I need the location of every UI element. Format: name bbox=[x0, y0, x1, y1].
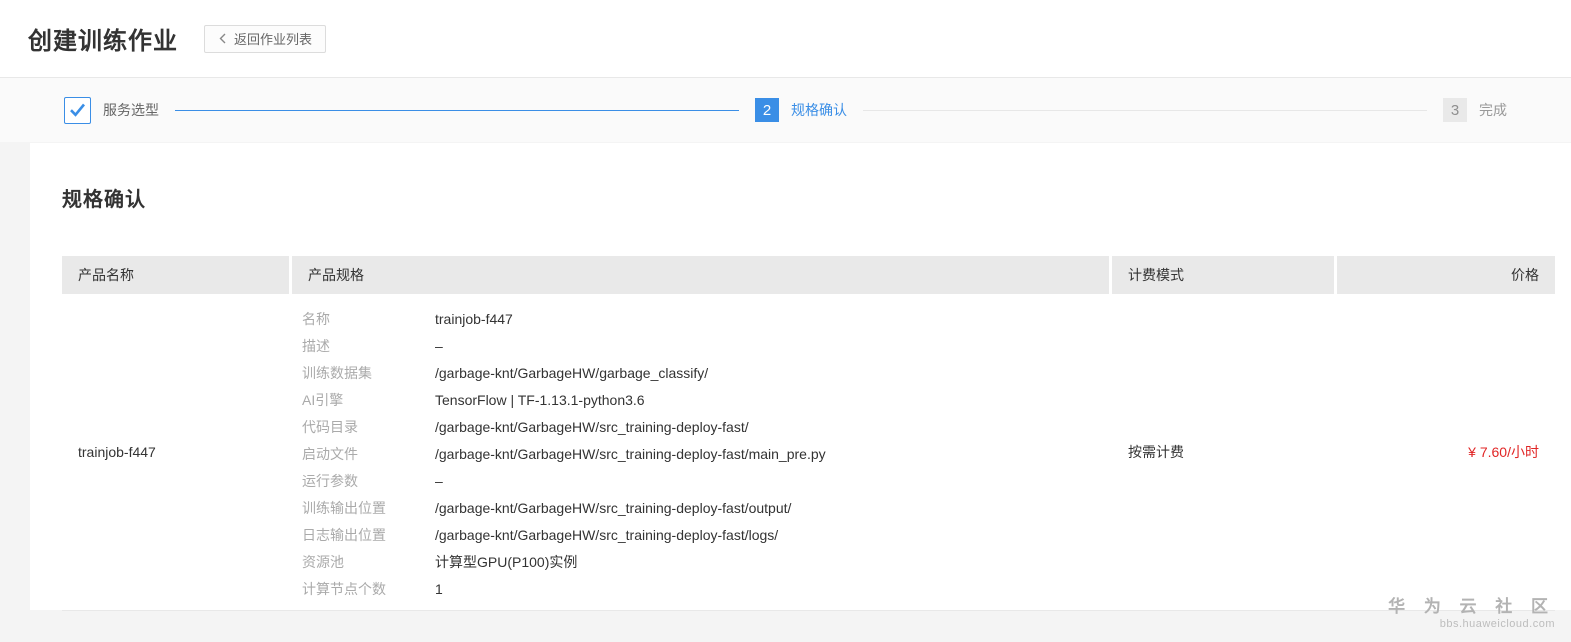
spec-label: 计算节点个数 bbox=[302, 581, 386, 597]
chevron-left-icon bbox=[218, 33, 227, 44]
spec-row: 代码目录 /garbage-knt/GarbageHW/src_training… bbox=[302, 414, 1109, 441]
step-spec-confirm: 2 规格确认 bbox=[755, 98, 847, 122]
spec-row: 启动文件 /garbage-knt/GarbageHW/src_training… bbox=[302, 441, 1109, 468]
title-bar: 创建训练作业 返回作业列表 bbox=[0, 0, 1571, 78]
step-number-badge: 2 bbox=[755, 98, 779, 122]
spec-value: /garbage-knt/GarbageHW/garbage_classify/ bbox=[435, 365, 709, 381]
table-row: trainjob-f447 名称 trainjob-f447 描述 – 训练数据… bbox=[62, 294, 1555, 611]
back-button-label: 返回作业列表 bbox=[234, 32, 313, 47]
spec-value: /garbage-knt/GarbageHW/src_training-depl… bbox=[435, 446, 826, 462]
spec-row: 训练数据集 /garbage-knt/GarbageHW/garbage_cla… bbox=[302, 360, 1109, 387]
price-cell: ¥ 7.60/小时 bbox=[1337, 294, 1555, 610]
spec-label: 代码目录 bbox=[302, 419, 358, 435]
spec-value: 1 bbox=[435, 581, 443, 597]
billing-mode-cell: 按需计费 bbox=[1128, 444, 1184, 460]
price-value: ¥ 7.60/小时 bbox=[1468, 444, 1539, 460]
page-title: 创建训练作业 bbox=[28, 28, 178, 55]
spec-row: 名称 trainjob-f447 bbox=[302, 306, 1109, 333]
step-label: 完成 bbox=[1479, 102, 1507, 118]
spec-label: 训练输出位置 bbox=[302, 500, 386, 516]
spec-value: /garbage-knt/GarbageHW/src_training-depl… bbox=[435, 500, 792, 516]
back-to-job-list-button[interactable]: 返回作业列表 bbox=[204, 24, 327, 53]
header-product-spec: 产品规格 bbox=[292, 256, 1109, 294]
header-product-name: 产品名称 bbox=[62, 256, 289, 294]
spec-row: 描述 – bbox=[302, 333, 1109, 360]
header-billing-mode: 计费模式 bbox=[1112, 256, 1334, 294]
spec-confirm-card: 规格确认 产品名称 产品规格 计费模式 价格 trainjob-f447 名称 … bbox=[30, 143, 1571, 611]
product-name-cell: trainjob-f447 bbox=[78, 444, 156, 460]
spec-value: – bbox=[435, 473, 443, 489]
spec-row: 资源池 计算型GPU(P100)实例 bbox=[302, 549, 1109, 576]
check-icon bbox=[64, 96, 91, 124]
spec-label: 运行参数 bbox=[302, 473, 358, 489]
watermark-url: bbs.huaweicloud.com bbox=[1439, 618, 1555, 630]
spec-value: /garbage-knt/GarbageHW/src_training-depl… bbox=[435, 419, 749, 435]
spec-table: 产品名称 产品规格 计费模式 价格 trainjob-f447 名称 train… bbox=[62, 256, 1555, 611]
spec-row: 日志输出位置 /garbage-knt/GarbageHW/src_traini… bbox=[302, 522, 1109, 549]
product-spec-cell: 名称 trainjob-f447 描述 – 训练数据集 /garbage-knt… bbox=[292, 294, 1109, 610]
spec-label: 名称 bbox=[302, 311, 330, 327]
step-number-badge: 3 bbox=[1443, 98, 1467, 122]
spec-row: 计算节点个数 1 bbox=[302, 576, 1109, 603]
step-label: 服务选型 bbox=[103, 102, 159, 118]
spec-label: 资源池 bbox=[302, 554, 344, 570]
spec-row: 训练输出位置 /garbage-knt/GarbageHW/src_traini… bbox=[302, 495, 1109, 522]
table-header-row: 产品名称 产品规格 计费模式 价格 bbox=[62, 256, 1555, 294]
spec-value: TensorFlow | TF-1.13.1-python3.6 bbox=[435, 392, 645, 408]
header-price: 价格 bbox=[1337, 256, 1555, 294]
spec-list: 名称 trainjob-f447 描述 – 训练数据集 /garbage-knt… bbox=[292, 294, 1109, 610]
spec-label: 训练数据集 bbox=[302, 365, 372, 381]
step-service-selection: 服务选型 bbox=[64, 96, 159, 124]
step-label: 规格确认 bbox=[791, 102, 847, 118]
spec-value: /garbage-knt/GarbageHW/src_training-depl… bbox=[435, 527, 779, 543]
stepper-connector-pending bbox=[863, 109, 1427, 111]
spec-label: 启动文件 bbox=[302, 446, 358, 462]
spec-value: trainjob-f447 bbox=[435, 311, 513, 327]
spec-label: 描述 bbox=[302, 338, 330, 354]
section-title: 规格确认 bbox=[62, 189, 146, 211]
spec-label: AI引擎 bbox=[302, 392, 344, 408]
step-complete: 3 完成 bbox=[1443, 98, 1507, 122]
wizard-stepper: 服务选型 2 规格确认 3 完成 bbox=[0, 78, 1571, 142]
spec-row: AI引擎 TensorFlow | TF-1.13.1-python3.6 bbox=[302, 387, 1109, 414]
stepper-connector-done bbox=[175, 109, 739, 111]
spec-label: 日志输出位置 bbox=[302, 527, 386, 543]
spec-row: 运行参数 – bbox=[302, 468, 1109, 495]
spec-value: – bbox=[435, 338, 443, 354]
spec-value: 计算型GPU(P100)实例 bbox=[435, 554, 578, 570]
